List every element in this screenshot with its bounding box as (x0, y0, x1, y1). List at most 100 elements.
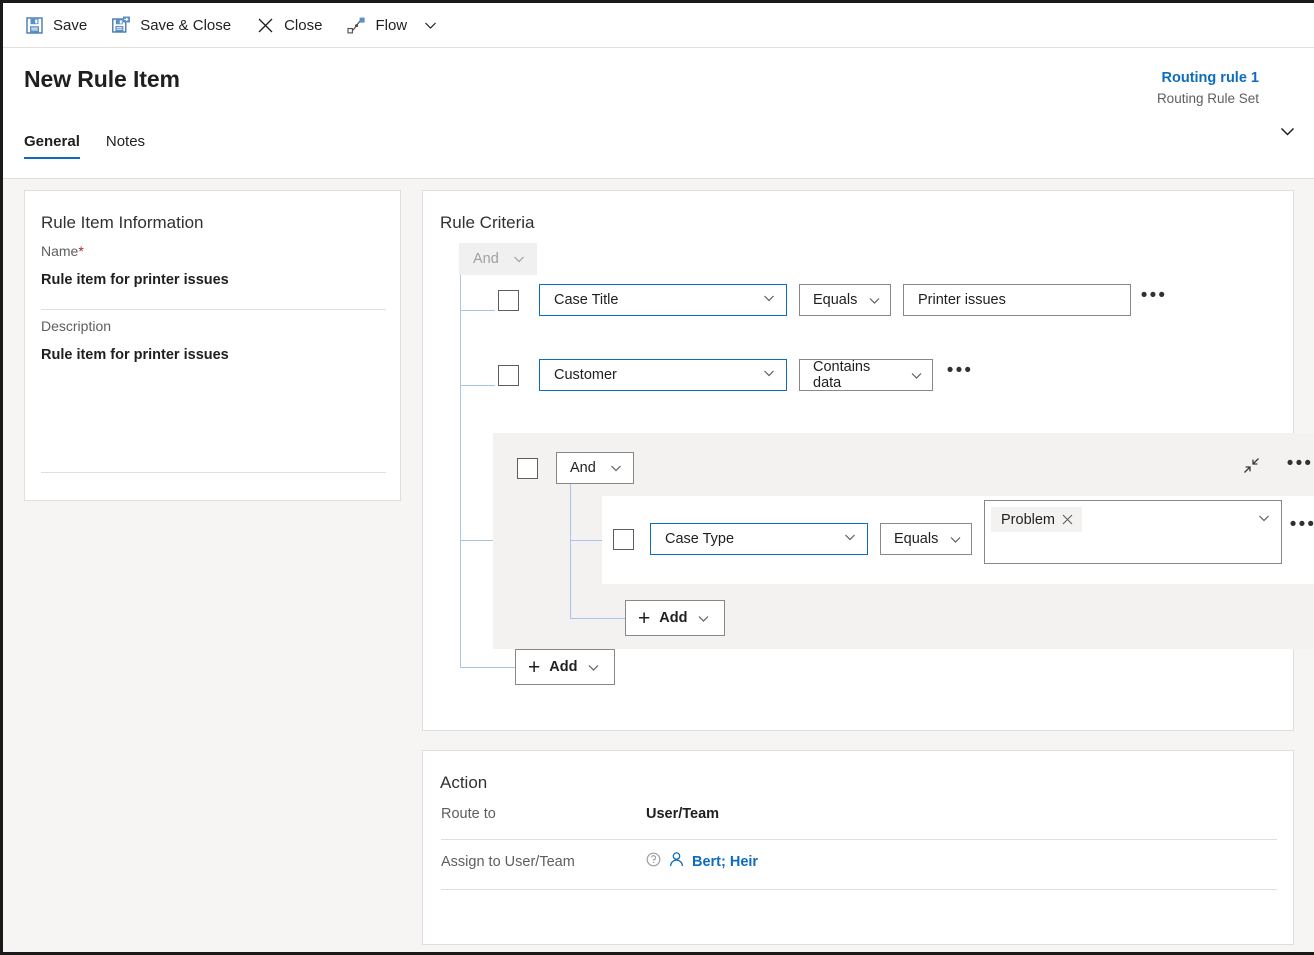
record-name-link[interactable]: Routing rule 1 (1157, 68, 1259, 88)
nested-condition-1-checkbox[interactable] (613, 528, 634, 550)
header-expand-button[interactable] (1274, 118, 1300, 144)
action-section: Action Route to User/Team Assign to User… (422, 750, 1294, 945)
route-to-row: Route to User/Team (441, 806, 1277, 822)
nested-condition-row-1: Case Type Equals Problem ••• (613, 500, 1314, 564)
condition-2-field-select[interactable]: Customer (539, 359, 787, 391)
chevron-down-icon (697, 612, 710, 625)
condition-1-field-select[interactable]: Case Title (539, 284, 787, 316)
root-add-button[interactable]: + Add (515, 649, 616, 685)
command-bar-overflow-caret[interactable] (419, 3, 448, 47)
condition-1-value-input[interactable]: Printer issues (903, 284, 1131, 316)
nested-condition-1-more-icon[interactable]: ••• (1290, 515, 1314, 542)
tree-trunk-line (460, 275, 461, 668)
group-add-button-label: Add (659, 610, 688, 626)
route-to-label: Route to (441, 806, 496, 822)
condition-1-checkbox[interactable] (498, 289, 519, 311)
chevron-down-icon (762, 366, 776, 384)
assign-to-row: Assign to User/Team Bert; Heir (441, 851, 1277, 872)
action-title: Action (440, 773, 488, 792)
assign-to-label: Assign to User/Team (441, 853, 575, 870)
tree-branch-line-1 (460, 310, 495, 311)
assign-to-divider (441, 889, 1277, 890)
root-logic-operator: And (459, 243, 537, 275)
save-and-close-button-label: Save & Close (140, 16, 232, 34)
root-logic-operator-value: And (473, 251, 499, 267)
nested-condition-1-field-select[interactable]: Case Type (650, 523, 868, 555)
group-logic-operator[interactable]: And (556, 452, 634, 484)
group-trunk-line (570, 484, 571, 619)
tree-branch-line-add (460, 667, 515, 668)
save-icon (24, 15, 44, 35)
close-button-label: Close (284, 16, 323, 34)
name-field-value[interactable]: Rule item for printer issues (41, 272, 386, 288)
group-collapse-icon[interactable] (1241, 455, 1265, 479)
description-field-value[interactable]: Rule item for printer issues (41, 347, 386, 363)
rule-item-information-section: Rule Item Information Name* Rule item fo… (24, 190, 401, 501)
rule-criteria-section: Rule Criteria And Case Title Equals Prin… (422, 190, 1314, 731)
close-x-icon (255, 15, 275, 35)
group-logic-operator-value: And (570, 460, 596, 476)
flow-button[interactable]: Flow (334, 3, 419, 47)
tab-notes[interactable]: Notes (106, 133, 145, 159)
chevron-down-icon (1280, 127, 1294, 136)
condition-1-field-value: Case Title (554, 292, 619, 308)
condition-1-operator-select[interactable]: Equals (799, 284, 891, 316)
save-and-close-button[interactable]: Save & Close (99, 3, 243, 47)
condition-row-1: Case Title Equals Printer issues ••• (498, 284, 1167, 316)
tab-general[interactable]: General (24, 133, 80, 159)
record-context: Routing rule 1 Routing Rule Set (1157, 68, 1259, 108)
person-icon (668, 851, 685, 872)
tab-notes-label: Notes (105, 133, 146, 150)
flow-icon (346, 15, 366, 35)
nested-condition-1-operator-select[interactable]: Equals (880, 523, 972, 555)
group-add-button[interactable]: + Add (625, 600, 726, 636)
route-to-value[interactable]: User/Team (646, 806, 719, 822)
name-label-text: Name (41, 243, 79, 259)
value-tag-problem-label: Problem (1001, 511, 1055, 528)
name-field: Name* Rule item for printer issues (41, 243, 386, 288)
condition-1-value-text: Printer issues (918, 292, 1006, 308)
value-tag-problem: Problem (991, 507, 1082, 532)
rule-item-information-title: Rule Item Information (41, 213, 204, 232)
nested-condition-1-value-multiselect[interactable]: Problem (984, 500, 1282, 564)
chevron-down-icon (910, 369, 923, 382)
tab-general-label: General (24, 133, 80, 150)
condition-group: And ••• Case Type Equals Problem ••• + A… (493, 433, 1314, 649)
condition-row-2: Customer Contains data ••• (498, 359, 973, 391)
lookup-indicator-icon (646, 852, 661, 871)
save-and-close-icon (111, 15, 131, 35)
condition-2-checkbox[interactable] (498, 364, 519, 386)
description-field-label: Description (41, 318, 112, 334)
description-field: Description Rule item for printer issues (41, 318, 386, 363)
description-field-divider (41, 472, 386, 473)
chevron-down-icon (587, 661, 600, 674)
assign-to-value-text: Bert; Heir (692, 853, 759, 870)
required-asterisk: * (78, 243, 84, 259)
chevron-down-icon (843, 530, 857, 548)
condition-1-operator-value: Equals (813, 292, 858, 308)
condition-1-more-icon[interactable]: ••• (1141, 286, 1167, 313)
chevron-down-icon (609, 461, 623, 475)
chevron-down-icon (1257, 511, 1271, 525)
save-button[interactable]: Save (12, 3, 99, 47)
root-add-button-label: Add (549, 659, 578, 675)
app-window: Save Save & Close Close Flow New Rule It… (0, 0, 1314, 955)
chevron-down-icon (425, 22, 437, 29)
nested-condition-1-field-value: Case Type (665, 531, 735, 547)
tree-branch-line-3 (460, 540, 495, 541)
assign-to-value[interactable]: Bert; Heir (646, 851, 758, 872)
form-body: Rule Item Information Name* Rule item fo… (3, 179, 1314, 952)
group-checkbox[interactable] (517, 457, 538, 479)
remove-tag-icon[interactable] (1055, 508, 1079, 532)
tree-branch-line-2 (460, 385, 495, 386)
plus-icon: + (528, 655, 541, 679)
condition-2-operator-select[interactable]: Contains data (799, 359, 933, 391)
name-field-label: Name* (41, 243, 386, 259)
plus-icon: + (638, 606, 651, 630)
flow-button-label: Flow (375, 16, 408, 34)
group-branch-line-1 (570, 540, 602, 541)
command-bar: Save Save & Close Close Flow (3, 3, 1314, 48)
group-more-icon[interactable]: ••• (1287, 454, 1313, 481)
condition-2-more-icon[interactable]: ••• (947, 361, 973, 388)
close-button[interactable]: Close (243, 3, 334, 47)
